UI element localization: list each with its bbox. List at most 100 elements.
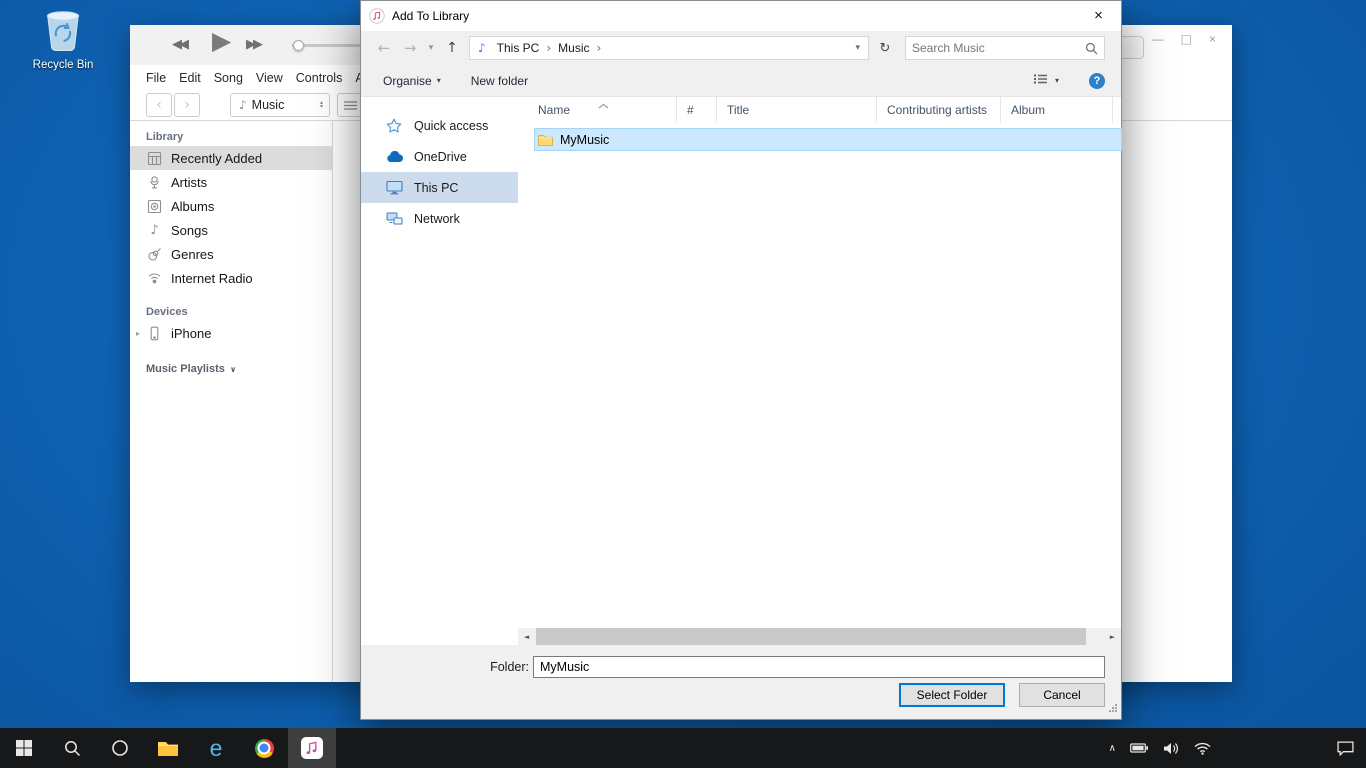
file-name: MyMusic xyxy=(560,133,609,147)
scrollbar-thumb[interactable] xyxy=(536,628,1086,645)
desktop: Recycle Bin ◀◀ ▶ ▶▶ — □ × File Edit Song… xyxy=(0,0,1366,768)
sidebar-item-internet-radio[interactable]: Internet Radio xyxy=(130,266,332,290)
column-header-title[interactable]: Title xyxy=(717,97,877,123)
column-header-number[interactable]: # xyxy=(677,97,717,123)
nav-item-quick-access[interactable]: Quick access xyxy=(361,110,518,141)
taskbar-search-button[interactable] xyxy=(48,728,96,768)
play-button[interactable]: ▶ xyxy=(212,26,231,55)
column-header-contributing-artists[interactable]: Contributing artists xyxy=(877,97,1001,123)
chevron-down-icon: ∨ xyxy=(230,365,237,374)
scroll-left-button[interactable]: ◄ xyxy=(518,628,535,645)
search-icon xyxy=(1085,42,1098,55)
media-kind-picker[interactable]: ♪ Music ▴▾ xyxy=(230,93,330,117)
nav-item-onedrive[interactable]: OneDrive xyxy=(361,141,518,172)
add-to-library-dialog: Add To Library × ← → ▾ ↑ ♪ This PC › Mus… xyxy=(360,0,1122,720)
sidebar-item-genres[interactable]: Genres xyxy=(130,242,332,266)
dialog-close-button[interactable]: × xyxy=(1076,1,1121,30)
address-bar[interactable]: ♪ This PC › Music › ▾ xyxy=(469,36,869,60)
details-list-icon xyxy=(1033,73,1048,85)
menu-file[interactable]: File xyxy=(146,71,166,85)
internet-explorer-button[interactable]: e xyxy=(192,728,240,768)
scroll-right-button[interactable]: ► xyxy=(1104,628,1121,645)
resize-grip[interactable] xyxy=(1108,702,1118,716)
file-explorer-button[interactable] xyxy=(144,728,192,768)
organise-menu-button[interactable]: Organise ▾ xyxy=(383,74,441,88)
cortana-icon xyxy=(111,739,129,757)
file-row-mymusic[interactable]: MyMusic xyxy=(535,129,1121,150)
sidebar-item-songs[interactable]: ♪ Songs xyxy=(130,218,332,242)
menu-controls[interactable]: Controls xyxy=(296,71,343,85)
breadcrumb-this-pc[interactable]: This PC xyxy=(492,41,545,55)
guitar-icon xyxy=(146,247,163,262)
recycle-bin-icon[interactable]: Recycle Bin xyxy=(26,6,100,71)
help-button[interactable]: ? xyxy=(1089,73,1105,89)
views-dropdown-icon[interactable]: ▾ xyxy=(1055,76,1059,85)
battery-icon[interactable] xyxy=(1130,743,1149,753)
column-header-album[interactable]: Album xyxy=(1001,97,1113,123)
recycle-bin-glyph xyxy=(41,6,85,57)
horizontal-scrollbar[interactable]: ◄ ► xyxy=(518,628,1121,645)
maximize-button[interactable]: □ xyxy=(1181,32,1192,46)
folder-name-input[interactable] xyxy=(533,656,1105,678)
music-folder-icon: ♪ xyxy=(478,41,486,55)
breadcrumb-separator-icon[interactable]: › xyxy=(544,41,553,55)
breadcrumb-separator-icon[interactable]: › xyxy=(595,41,604,55)
address-dropdown-icon[interactable]: ▾ xyxy=(855,43,862,53)
computer-icon xyxy=(386,180,405,195)
select-folder-button[interactable]: Select Folder xyxy=(899,683,1005,707)
nav-item-network[interactable]: Network xyxy=(361,203,518,234)
menu-song[interactable]: Song xyxy=(214,71,243,85)
note-icon: ♪ xyxy=(146,223,163,238)
action-center-button[interactable] xyxy=(1337,741,1354,756)
close-button[interactable]: × xyxy=(1209,32,1216,46)
details-view-button[interactable] xyxy=(1033,73,1048,88)
previous-track-button[interactable]: ◀◀ xyxy=(172,37,186,52)
combo-carets-icon: ▴▾ xyxy=(320,101,323,110)
volume-slider[interactable] xyxy=(292,44,368,47)
new-folder-button[interactable]: New folder xyxy=(471,74,528,88)
nav-back-button[interactable]: ← xyxy=(371,35,397,61)
recycle-bin-label: Recycle Bin xyxy=(33,59,94,71)
grid-icon xyxy=(146,151,163,166)
search-input[interactable] xyxy=(912,41,1085,55)
nav-forward-button[interactable]: → xyxy=(397,35,423,61)
star-icon xyxy=(386,118,405,133)
dialog-footer: Folder: Select Folder Cancel xyxy=(361,645,1121,719)
sidebar-item-iphone[interactable]: ▸ iPhone xyxy=(130,321,332,345)
nav-item-this-pc[interactable]: This PC xyxy=(361,172,518,203)
sidebar-item-artists[interactable]: Artists xyxy=(130,170,332,194)
cortana-button[interactable] xyxy=(96,728,144,768)
search-box xyxy=(905,36,1105,60)
minimize-button[interactable]: — xyxy=(1152,32,1164,46)
itunes-forward-button[interactable]: › xyxy=(174,93,200,117)
refresh-button[interactable]: ↻ xyxy=(873,36,897,60)
itunes-app-icon xyxy=(369,8,385,24)
chrome-button[interactable] xyxy=(240,728,288,768)
recent-locations-dropdown[interactable]: ▾ xyxy=(423,43,439,53)
media-kind-value: Music xyxy=(252,98,285,112)
system-tray: ∧ xyxy=(1095,728,1366,768)
sidebar-item-albums[interactable]: Albums xyxy=(130,194,332,218)
devices-heading: Devices xyxy=(146,306,332,318)
wifi-icon[interactable] xyxy=(1194,742,1211,755)
itunes-taskbar-button[interactable] xyxy=(288,728,336,768)
sort-ascending-icon xyxy=(598,98,609,112)
microphone-icon xyxy=(146,175,163,190)
breadcrumb-music[interactable]: Music xyxy=(553,41,594,55)
music-playlists-heading[interactable]: Music Playlists ∨ xyxy=(146,363,332,375)
volume-icon[interactable] xyxy=(1163,742,1180,755)
file-list-pane: Name # Title Contributing artists Album … xyxy=(518,97,1121,645)
next-track-button[interactable]: ▶▶ xyxy=(246,37,260,52)
menu-edit[interactable]: Edit xyxy=(179,71,201,85)
up-one-level-button[interactable]: ↑ xyxy=(439,35,465,61)
caret-down-icon: ▾ xyxy=(437,76,441,85)
show-hidden-icons-button[interactable]: ∧ xyxy=(1109,743,1116,754)
menu-view[interactable]: View xyxy=(256,71,283,85)
sidebar-item-recently-added[interactable]: Recently Added xyxy=(130,146,332,170)
cancel-button[interactable]: Cancel xyxy=(1019,683,1105,707)
internet-explorer-icon: e xyxy=(210,735,223,762)
expander-icon[interactable]: ▸ xyxy=(136,329,146,338)
start-button[interactable] xyxy=(0,728,48,768)
itunes-back-button[interactable]: ‹ xyxy=(146,93,172,117)
volume-knob[interactable] xyxy=(293,40,304,51)
